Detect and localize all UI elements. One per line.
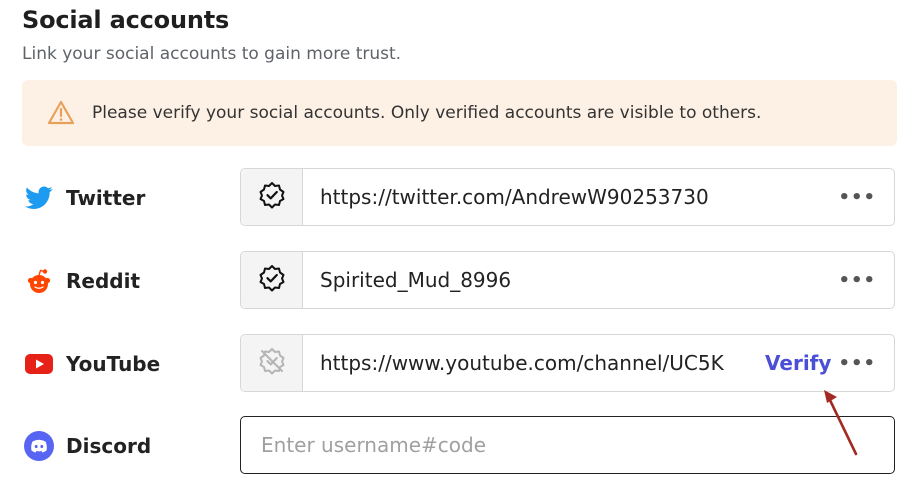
- account-url: https://twitter.com/AndrewW90253730: [320, 185, 709, 209]
- platform-youtube: YouTube: [24, 334, 160, 394]
- verified-badge-icon: [257, 263, 287, 297]
- reddit-account-field[interactable]: Spirited_Mud_8996 •••: [240, 251, 895, 309]
- account-row-discord: Discord: [0, 416, 914, 476]
- account-row-twitter: Twitter https://twitter.com/AndrewW90253…: [0, 168, 914, 228]
- page-subtitle: Link your social accounts to gain more t…: [22, 44, 402, 64]
- more-options-button[interactable]: •••: [838, 335, 876, 391]
- discord-username-field[interactable]: [240, 416, 895, 474]
- alert-message: Please verify your social accounts. Only…: [92, 103, 762, 123]
- verified-badge: [241, 252, 303, 308]
- platform-twitter: Twitter: [24, 168, 145, 228]
- twitter-account-field[interactable]: https://twitter.com/AndrewW90253730 •••: [240, 168, 895, 226]
- verified-badge: [241, 169, 303, 225]
- account-url: https://www.youtube.com/channel/UC5K: [320, 351, 724, 375]
- youtube-account-field[interactable]: https://www.youtube.com/channel/UC5K Ver…: [240, 334, 895, 392]
- verification-alert: Please verify your social accounts. Only…: [22, 80, 897, 146]
- platform-discord: Discord: [24, 416, 151, 476]
- twitter-icon: [24, 183, 54, 213]
- platform-label: Twitter: [66, 186, 146, 210]
- discord-icon: [24, 431, 54, 461]
- more-options-button[interactable]: •••: [838, 252, 876, 308]
- annotation-arrow-icon: [824, 390, 858, 456]
- unverified-badge-icon: [257, 346, 287, 380]
- account-username: Spirited_Mud_8996: [320, 268, 512, 292]
- unverified-badge: [241, 335, 303, 391]
- more-options-button[interactable]: •••: [838, 169, 876, 225]
- platform-label: YouTube: [66, 352, 161, 376]
- discord-username-input[interactable]: [259, 432, 863, 458]
- verified-badge-icon: [257, 180, 287, 214]
- account-row-reddit: Reddit Spirited_Mud_8996 •••: [0, 251, 914, 311]
- verify-button[interactable]: Verify: [765, 335, 831, 391]
- warning-icon: [46, 98, 76, 128]
- reddit-icon: [24, 266, 54, 296]
- platform-label: Reddit: [66, 269, 141, 293]
- platform-reddit: Reddit: [24, 251, 140, 311]
- account-row-youtube: YouTube https://www.youtube.com/channel/…: [0, 334, 914, 394]
- page-title: Social accounts: [22, 6, 230, 34]
- youtube-icon: [24, 349, 54, 379]
- platform-label: Discord: [66, 434, 152, 458]
